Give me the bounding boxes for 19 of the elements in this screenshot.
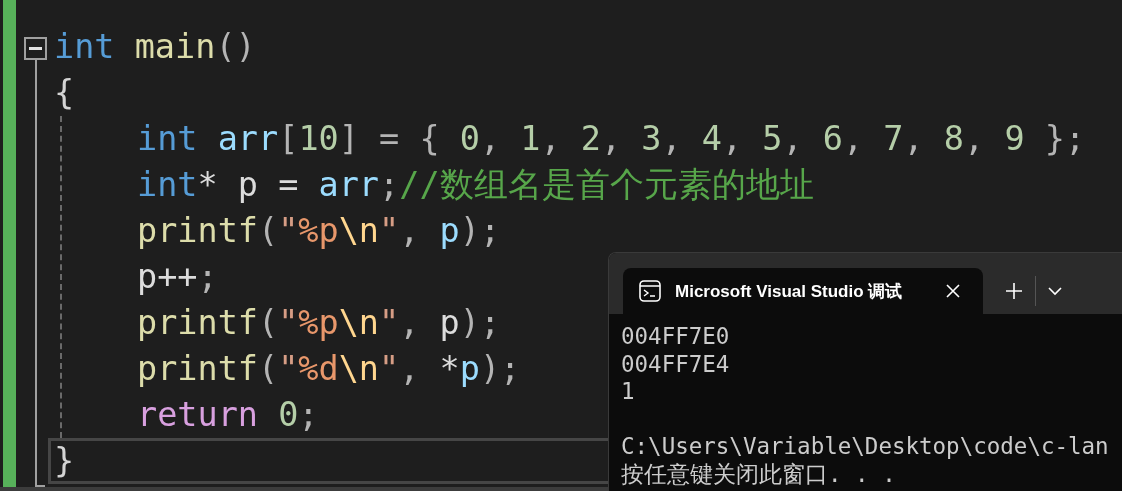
output-line: 004FF7E0 [621,323,730,351]
output-line: 1 [621,378,635,406]
terminal-icon [639,280,661,302]
collapse-icon[interactable] [24,37,47,60]
exit-message-line: 按任意键关闭此窗口. . . [621,460,896,488]
code-line: printf("%d\n", *p); [137,348,521,390]
code-line: printf("%p\n", p); [137,210,501,252]
terminal-tab[interactable]: Microsoft Visual Studio 调试 [623,268,983,314]
code-line: { [54,72,75,114]
code-line: int main() [54,26,256,68]
code-line: p++; [137,256,218,298]
tab-title: Microsoft Visual Studio 调试 [675,280,904,303]
code-line: int arr[10] = { 0, 1, 2, 3, 4, 5, 6, 7, 8, 9 }; [137,118,1086,160]
exit-message-line: C:\Users\Variable\Desktop\code\c-lan [621,433,1109,461]
code-line: printf("%p\n", p); [137,302,501,344]
output-line: 004FF7E4 [621,350,730,378]
code-line: } [54,441,75,481]
code-line: int* p = arr;//数组名是首个元素的地址 [137,164,814,206]
code-line: return 0; [137,394,319,436]
